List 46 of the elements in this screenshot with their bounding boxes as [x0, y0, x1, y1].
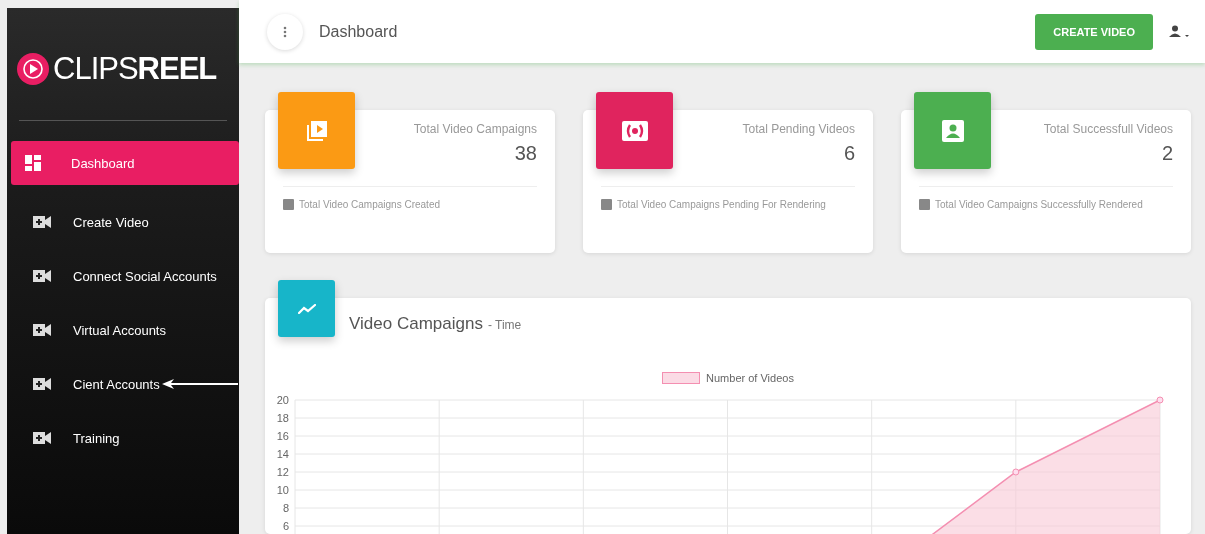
chart-subtitle: - Time — [487, 318, 522, 332]
y-tick-label: 8 — [282, 502, 289, 514]
legend-label: Number of Videos — [706, 372, 794, 384]
stat-title: Total Successfull Videos — [1043, 122, 1173, 136]
small-stat-icon — [283, 199, 294, 210]
sidebar-item[interactable]: Dashboard — [11, 141, 239, 185]
y-tick-label: 6 — [282, 520, 289, 532]
video-camera-plus-icon — [33, 378, 51, 390]
y-tick-label: 10 — [276, 484, 289, 496]
y-tick-label: 20 — [276, 394, 289, 406]
more-vertical-icon — [283, 25, 287, 38]
chart-title: Video Campaigns — [349, 314, 483, 334]
stat-footer-text: Total Video Campaigns Successfully Rendered — [935, 199, 1143, 210]
user-menu-button[interactable] — [1169, 24, 1191, 39]
stat-value: 6 — [843, 142, 855, 165]
y-tick-label: 12 — [276, 466, 289, 478]
stat-footer-text: Total Video Campaigns Created — [299, 199, 440, 210]
dashboard-grid-icon — [25, 155, 41, 171]
contact-card-icon — [941, 119, 964, 142]
y-tick-label: 14 — [276, 448, 289, 460]
stat-value: 2 — [1161, 142, 1173, 165]
sidebar-item[interactable]: Virtual Accounts — [7, 308, 182, 352]
video-camera-plus-icon — [33, 324, 51, 336]
sidebar-item[interactable]: Training — [7, 416, 136, 460]
broadcast-icon — [621, 120, 648, 141]
user-icon — [1169, 24, 1191, 39]
brand-logo-text: CLIPSREEL — [53, 51, 217, 87]
y-tick-label: 16 — [276, 430, 289, 442]
stat-title: Total Video Campaigns — [413, 122, 537, 136]
stat-value: 38 — [514, 142, 537, 165]
video-camera-plus-icon — [33, 432, 51, 444]
small-stat-icon — [601, 199, 612, 210]
stat-footer-text: Total Video Campaigns Pending For Rendering — [617, 199, 826, 210]
video-camera-plus-icon — [33, 216, 51, 228]
video-library-icon — [304, 118, 329, 143]
legend-swatch — [662, 372, 701, 384]
sidebar-item[interactable]: Connect Social Accounts — [7, 254, 233, 298]
y-tick-label: 18 — [276, 412, 289, 424]
small-stat-icon — [919, 199, 930, 210]
sidebar-item[interactable]: Cient Accounts — [7, 362, 176, 406]
stat-title: Total Pending Videos — [742, 122, 855, 136]
trend-line-icon — [297, 303, 316, 314]
sidebar-item[interactable]: Create Video — [7, 200, 165, 244]
play-logo-icon — [17, 53, 49, 85]
video-camera-plus-icon — [33, 270, 51, 282]
page-title: Dashboard — [319, 22, 399, 41]
